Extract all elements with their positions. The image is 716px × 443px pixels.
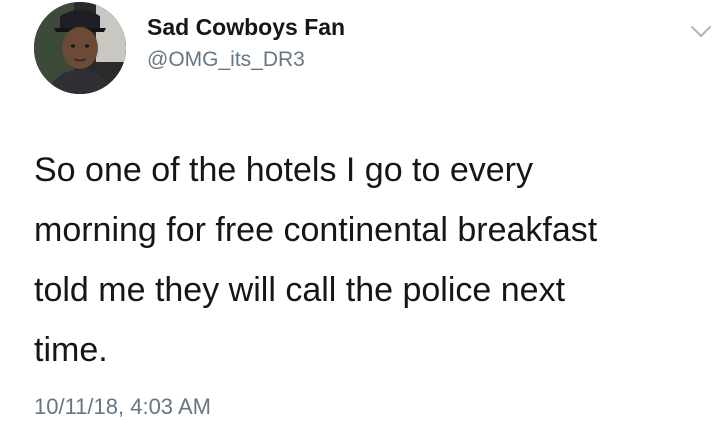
tweet-text: So one of the hotels I go to every morni… [34,140,694,380]
tweet-menu-button[interactable] [690,24,712,40]
tweet-text-line: So one of the hotels I go to every [34,151,533,189]
display-name[interactable]: Sad Cowboys Fan [147,13,345,41]
avatar[interactable] [34,2,126,94]
chevron-down-icon [691,26,711,37]
tweet-text-line: told me they will call the police next [34,271,566,309]
tweet-timestamp[interactable]: 10/11/18, 4:03 AM [34,393,211,421]
tweet-card: Sad Cowboys Fan @OMG_its_DR3 So one of t… [0,0,716,443]
user-handle[interactable]: @OMG_its_DR3 [147,47,305,73]
tweet-text-line: time. [34,331,108,369]
profile-photo-icon [34,2,126,94]
tweet-text-line: morning for free continental breakfast [34,211,598,249]
